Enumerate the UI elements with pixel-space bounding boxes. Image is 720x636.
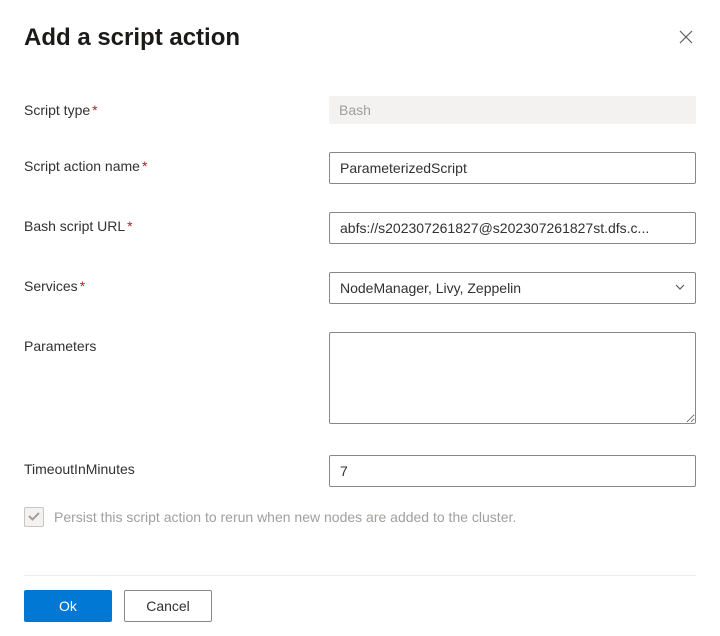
script-type-value: Bash <box>329 96 696 124</box>
close-button[interactable] <box>676 28 696 48</box>
timeout-input[interactable] <box>329 455 696 487</box>
parameters-input[interactable] <box>329 332 696 424</box>
parameters-label: Parameters <box>24 332 329 354</box>
timeout-label: TimeoutInMinutes <box>24 455 329 477</box>
script-action-name-input[interactable] <box>329 152 696 184</box>
script-action-name-label: Script action name* <box>24 152 329 174</box>
persist-checkbox <box>24 507 44 527</box>
services-dropdown[interactable]: NodeManager, Livy, Zeppelin <box>329 272 696 304</box>
services-label: Services* <box>24 272 329 294</box>
cancel-button[interactable]: Cancel <box>124 590 212 622</box>
dialog-title: Add a script action <box>24 24 240 52</box>
bash-script-url-input[interactable] <box>329 212 696 244</box>
checkmark-icon <box>27 509 41 526</box>
services-value: NodeManager, Livy, Zeppelin <box>340 280 521 296</box>
ok-button[interactable]: Ok <box>24 590 112 622</box>
bash-script-url-label: Bash script URL* <box>24 212 329 234</box>
close-icon <box>679 30 693 47</box>
script-type-label: Script type* <box>24 96 329 118</box>
persist-label: Persist this script action to rerun when… <box>54 509 516 525</box>
